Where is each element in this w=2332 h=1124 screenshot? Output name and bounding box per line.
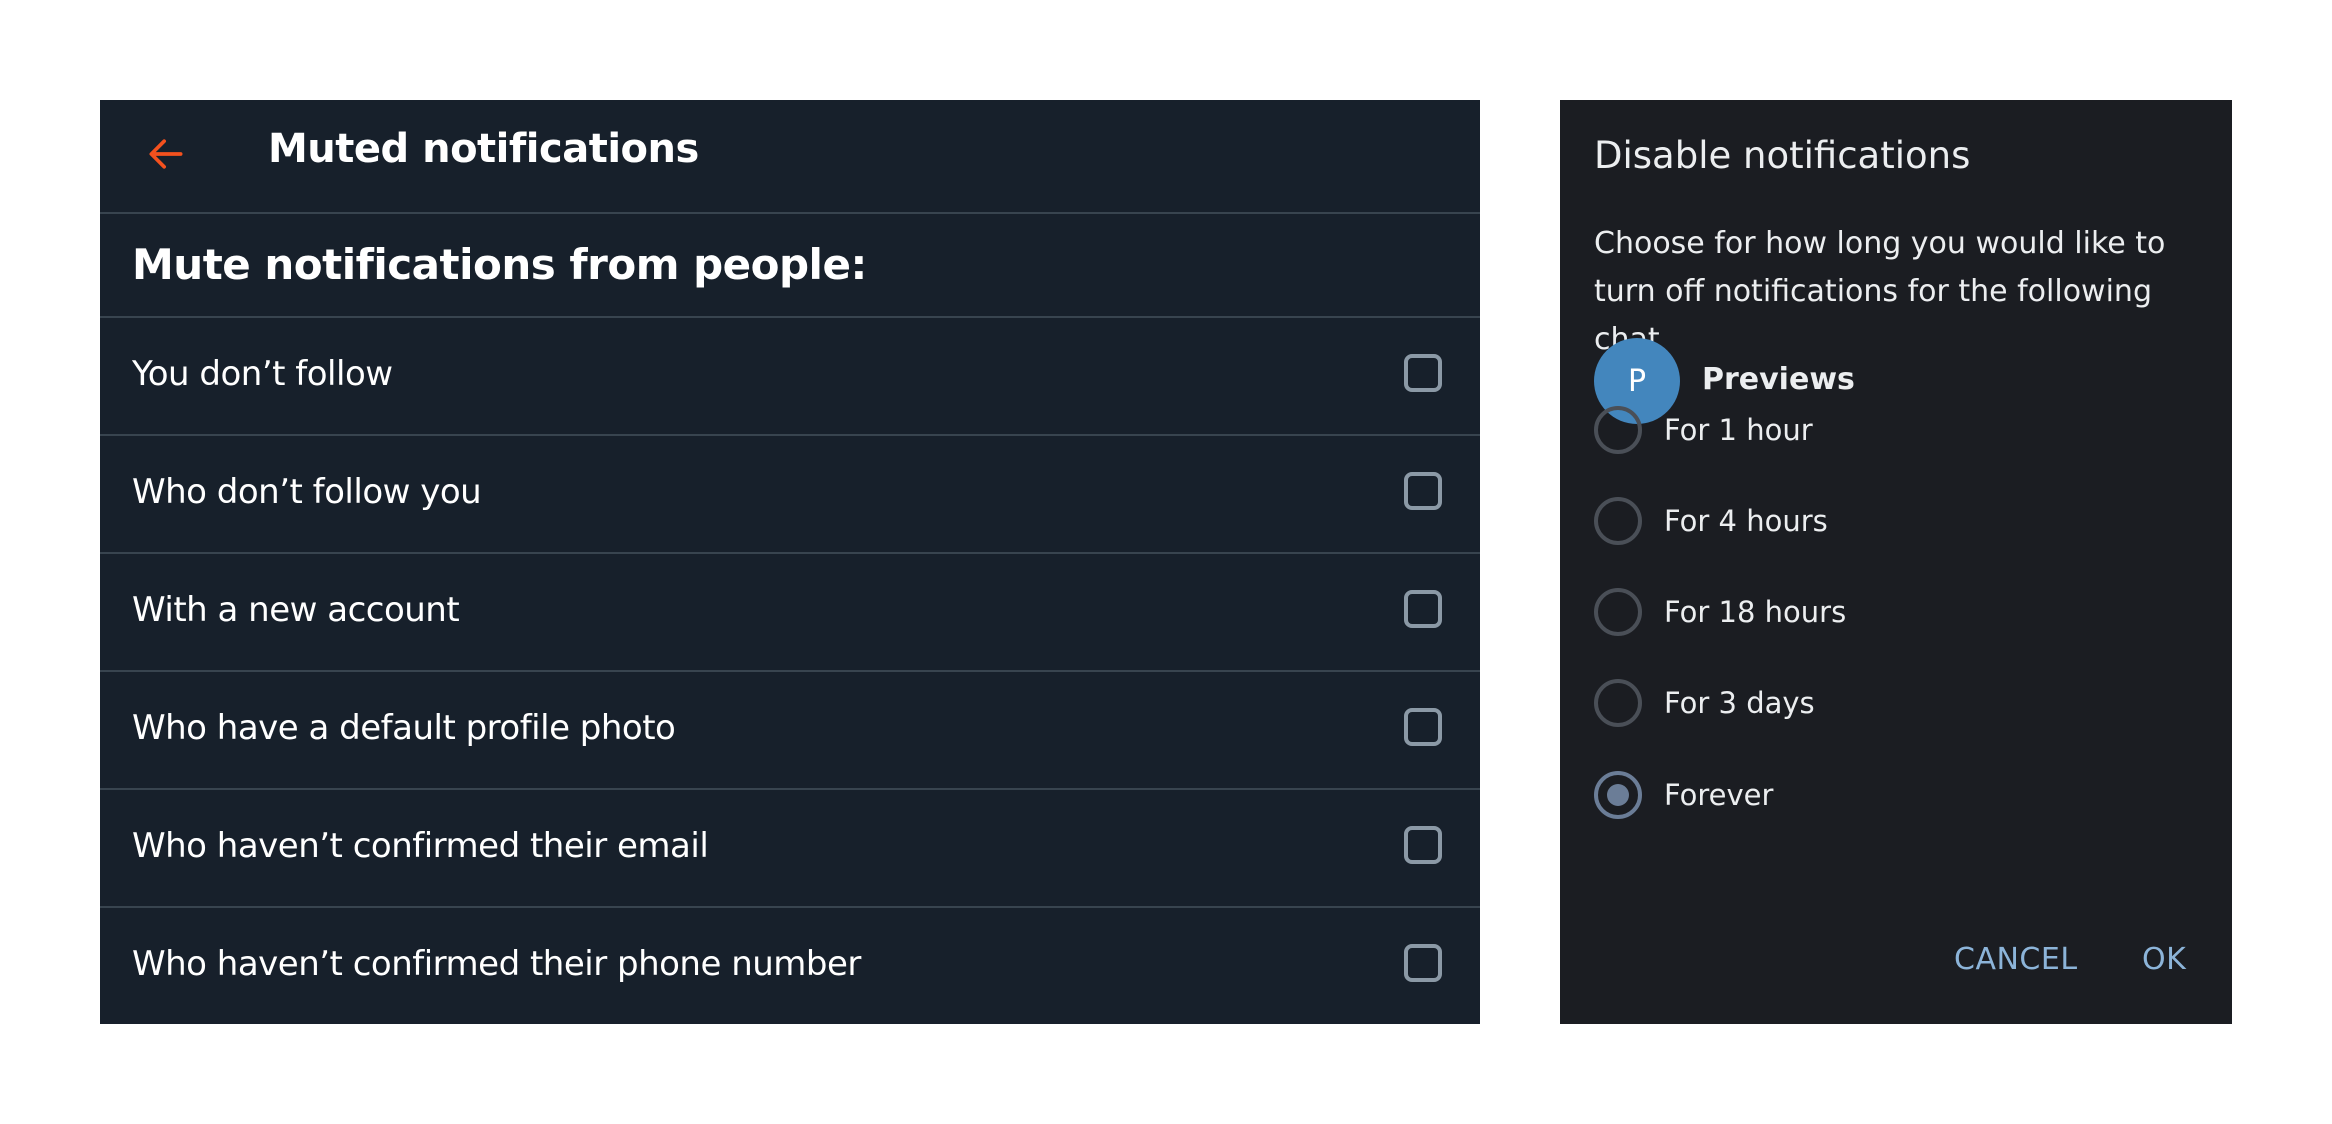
option-label: For 3 days	[1664, 686, 1815, 720]
mute-option-row[interactable]: Who have a default profile photo	[100, 672, 1480, 790]
disable-notifications-dialog: Disable notifications Choose for how lon…	[1560, 100, 2232, 1024]
duration-option[interactable]: For 3 days	[1594, 678, 1815, 728]
radio-button[interactable]	[1594, 406, 1642, 454]
option-label: For 4 hours	[1664, 504, 1828, 538]
panel-header: Muted notifications	[100, 100, 1480, 214]
chat-name: Previews	[1702, 362, 1855, 397]
option-label: You don’t follow	[132, 354, 393, 394]
radio-button[interactable]	[1594, 497, 1642, 545]
checkbox[interactable]	[1404, 826, 1442, 864]
duration-option[interactable]: For 4 hours	[1594, 496, 1828, 546]
option-label: Who have a default profile photo	[132, 708, 676, 748]
mute-option-row[interactable]: Who don’t follow you	[100, 436, 1480, 554]
section-heading: Mute notifications from people:	[132, 240, 867, 289]
page-title: Muted notifications	[268, 126, 699, 172]
mute-option-row[interactable]: With a new account	[100, 554, 1480, 672]
section-heading-row: Mute notifications from people:	[100, 214, 1480, 318]
radio-button[interactable]	[1594, 588, 1642, 636]
duration-option[interactable]: For 1 hour	[1594, 405, 1813, 455]
ok-button[interactable]: OK	[2142, 942, 2186, 977]
option-label: With a new account	[132, 590, 460, 630]
muted-notifications-panel: Muted notifications Mute notifications f…	[100, 100, 1480, 1024]
mute-options-list: You don’t follow Who don’t follow you Wi…	[100, 318, 1480, 1024]
dialog-description: Choose for how long you would like to tu…	[1594, 226, 2166, 357]
duration-option[interactable]: Forever	[1594, 770, 1773, 820]
option-label: Forever	[1664, 778, 1774, 812]
option-label: Who haven’t confirmed their email	[132, 826, 709, 866]
mute-option-row[interactable]: Who haven’t confirmed their phone number	[100, 908, 1480, 1024]
option-label: For 18 hours	[1664, 595, 1847, 629]
duration-option[interactable]: For 18 hours	[1594, 587, 1846, 637]
mute-option-row[interactable]: Who haven’t confirmed their email	[100, 790, 1480, 908]
back-arrow-icon[interactable]	[144, 132, 188, 176]
checkbox[interactable]	[1404, 472, 1442, 510]
cancel-button[interactable]: CANCEL	[1954, 942, 2078, 977]
mute-option-row[interactable]: You don’t follow	[100, 318, 1480, 436]
checkbox[interactable]	[1404, 590, 1442, 628]
checkbox[interactable]	[1404, 354, 1442, 392]
radio-button-selected[interactable]	[1594, 771, 1642, 819]
checkbox[interactable]	[1404, 708, 1442, 746]
radio-button[interactable]	[1594, 679, 1642, 727]
dialog-title: Disable notifications	[1594, 134, 1971, 177]
option-label: Who don’t follow you	[132, 472, 482, 512]
option-label: Who haven’t confirmed their phone number	[132, 944, 861, 984]
checkbox[interactable]	[1404, 944, 1442, 982]
option-label: For 1 hour	[1664, 413, 1813, 447]
